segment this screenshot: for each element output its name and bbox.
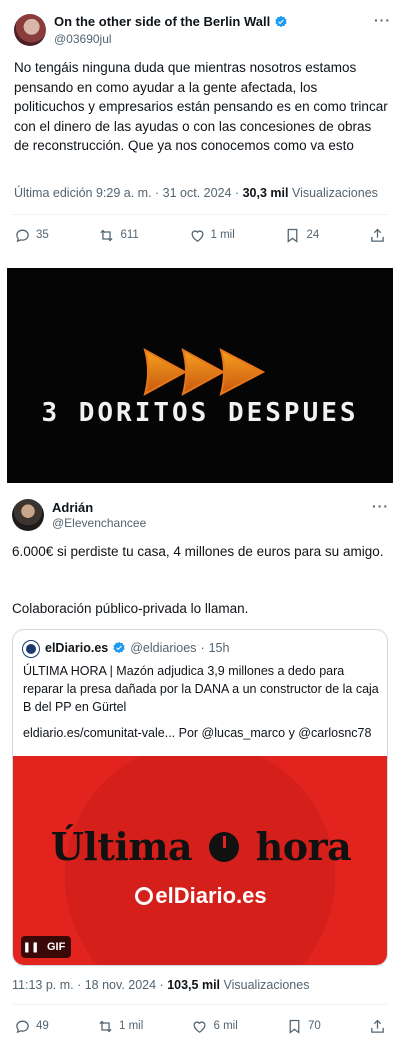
- views-label: Visualizaciones: [223, 978, 310, 992]
- reply-icon: [16, 1020, 29, 1033]
- timestamp[interactable]: Última edición 9:29 a. m. · 31 oct. 2024…: [14, 186, 239, 200]
- avatar[interactable]: [12, 499, 44, 531]
- tweet-text-line-2: Colaboración público-privada lo llaman.: [12, 601, 249, 616]
- display-name[interactable]: On the other side of the Berlin Wall: [54, 14, 270, 29]
- avatar: [23, 641, 39, 657]
- author-row: On the other side of the Berlin Wall: [54, 14, 288, 29]
- like-count: 1 mil: [210, 229, 235, 241]
- quote-media-gif[interactable]: Última hora elDiario.es ❚❚ GIF: [13, 756, 387, 965]
- timestamp[interactable]: 11:13 p. m. · 18 nov. 2024 ·: [12, 978, 164, 992]
- gif-badge: GIF: [41, 936, 72, 958]
- views-count: 103,5 mil: [167, 978, 221, 992]
- like-icon: [194, 1020, 206, 1033]
- action-bar: 49 1 mil 6 mil 70: [14, 1014, 386, 1038]
- media-headline-left: Última: [50, 824, 193, 869]
- verified-badge-icon: [275, 15, 287, 27]
- reply-icon: [16, 229, 29, 242]
- reply-button[interactable]: 49: [14, 1018, 49, 1035]
- reply-count: 49: [36, 1020, 49, 1032]
- pause-icon[interactable]: ❚❚: [21, 936, 41, 958]
- share-icon: [371, 228, 384, 242]
- action-bar: 35 611 1 mil 24: [14, 223, 386, 247]
- more-icon[interactable]: ···: [374, 12, 391, 28]
- tweet-meta: Última edición 9:29 a. m. · 31 oct. 2024…: [14, 186, 378, 200]
- quote-link: eldiario.es/comunitat-vale... Por @lucas…: [23, 726, 372, 740]
- handle[interactable]: @03690jul: [54, 32, 112, 46]
- views-label: Visualizaciones: [291, 186, 378, 200]
- verified-badge-icon: [113, 641, 125, 654]
- repost-count: 1 mil: [119, 1020, 144, 1032]
- tweet-1: On the other side of the Berlin Wall @03…: [0, 0, 400, 262]
- quote-time: 15h: [208, 641, 230, 655]
- like-button[interactable]: 6 mil: [191, 1018, 238, 1035]
- gif-controls: ❚❚ GIF: [21, 936, 72, 958]
- meme-image: 3 DORITOS DESPUES: [7, 268, 393, 483]
- media-headline-right: hora: [255, 824, 352, 869]
- quote-handle: @eldiarioes: [130, 641, 197, 655]
- avatar[interactable]: [14, 14, 46, 46]
- quote-display-name: elDiario.es: [45, 641, 109, 655]
- meme-caption: 3 DORITOS DESPUES: [41, 398, 359, 428]
- separator-dot: ·: [200, 641, 205, 655]
- like-button[interactable]: 1 mil: [189, 227, 235, 244]
- like-count: 6 mil: [213, 1020, 238, 1032]
- repost-button[interactable]: 611: [98, 227, 139, 244]
- quote-text: ÚLTIMA HORA | Mazón adjudica 3,9 millone…: [23, 664, 379, 714]
- doritos-arrows-icon: [143, 347, 266, 397]
- bookmark-button[interactable]: 24: [284, 227, 319, 244]
- media-brand: elDiario.es: [13, 883, 387, 909]
- brand-logo-icon: [135, 887, 154, 905]
- quote-author-row: elDiario.es @eldiarioes · 15h: [45, 641, 229, 655]
- bookmark-icon: [289, 1019, 300, 1034]
- share-button[interactable]: [369, 227, 386, 244]
- reply-count: 35: [36, 229, 49, 241]
- tweet-text: 6.000€ si perdiste tu casa, 4 millones d…: [12, 544, 384, 559]
- more-icon[interactable]: ···: [372, 498, 389, 514]
- media-brand-text: elDiario.es: [155, 883, 267, 908]
- divider: [12, 1004, 388, 1005]
- repost-button[interactable]: 1 mil: [97, 1018, 143, 1035]
- tweet-text: No tengáis ninguna duda que mientras nos…: [14, 60, 388, 154]
- share-icon: [371, 1019, 384, 1033]
- bookmark-count: 24: [306, 229, 320, 241]
- bookmark-button[interactable]: 70: [286, 1018, 321, 1035]
- clock-icon: [208, 832, 239, 862]
- display-name[interactable]: Adrián: [52, 500, 93, 515]
- views-count: 30,3 mil: [242, 186, 289, 200]
- repost-icon: [100, 229, 114, 241]
- repost-count: 611: [120, 229, 139, 241]
- quoted-tweet[interactable]: elDiario.es @eldiarioes · 15h ÚLTIMA HOR…: [12, 629, 388, 966]
- repost-icon: [99, 1020, 112, 1032]
- divider: [12, 214, 388, 215]
- bookmark-icon: [288, 228, 298, 243]
- share-button[interactable]: [369, 1018, 386, 1035]
- reply-button[interactable]: 35: [14, 227, 49, 244]
- media-headline: Última hora: [13, 824, 387, 869]
- tweet-meta: 11:13 p. m. · 18 nov. 2024 · 103,5 mil V…: [12, 978, 309, 992]
- bookmark-count: 70: [307, 1020, 321, 1032]
- handle[interactable]: @Elevenchancee: [52, 516, 146, 530]
- like-icon: [191, 229, 203, 242]
